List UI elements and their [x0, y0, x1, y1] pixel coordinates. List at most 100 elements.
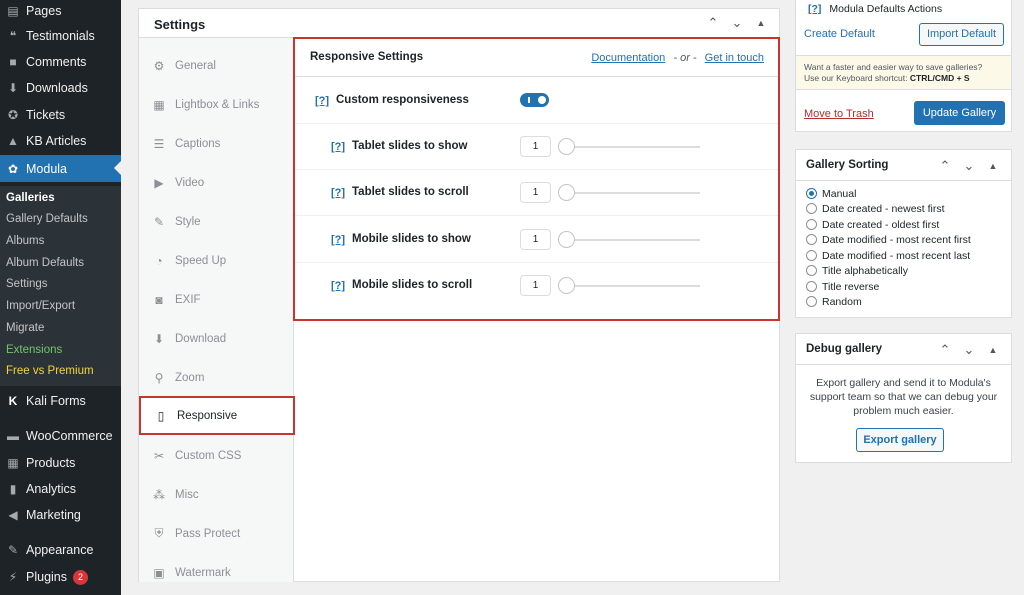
tab-watermark[interactable]: ▣ Watermark: [139, 553, 294, 592]
menu-analytics[interactable]: ▮ Analytics: [0, 478, 121, 500]
k-icon: K: [8, 394, 18, 408]
menu-marketing[interactable]: ◀ Marketing: [0, 504, 121, 526]
move-down-icon[interactable]: ⌄: [961, 342, 977, 358]
tab-general[interactable]: ⚙ General: [139, 46, 294, 85]
import-default-button[interactable]: Import Default: [919, 23, 1004, 46]
tablet-slides-to-show-input[interactable]: 1: [520, 136, 551, 157]
slider-track[interactable]: [567, 285, 700, 287]
submenu-album-defaults[interactable]: Album Defaults: [0, 253, 121, 273]
help-link[interactable]: [?]: [808, 3, 821, 15]
submenu-albums[interactable]: Albums: [0, 231, 121, 251]
collapse-icon[interactable]: ▲: [985, 342, 1001, 358]
tab-speed-up[interactable]: ◔ Speed Up: [139, 241, 294, 280]
sort-option-manual[interactable]: Manual: [806, 186, 856, 201]
radio[interactable]: [806, 281, 817, 292]
camera-icon: ◙: [155, 292, 163, 307]
tab-custom-css[interactable]: ✂ Custom CSS: [139, 436, 294, 475]
lightbox-icon: ▦: [153, 97, 165, 112]
create-default-link[interactable]: Create Default: [804, 28, 875, 40]
settings-tabs: ⚙ General ▦ Lightbox & Links ☰ Captions ▶ Vi…: [139, 38, 295, 582]
menu-products[interactable]: ▦ Products: [0, 452, 121, 474]
sort-option[interactable]: Title alphabetically: [806, 263, 908, 278]
move-up-icon[interactable]: ⌃: [937, 158, 953, 174]
slider-track[interactable]: [567, 239, 700, 241]
tab-style[interactable]: ✎ Style: [139, 202, 294, 241]
help-link[interactable]: [?]: [331, 141, 345, 153]
documentation-link[interactable]: Documentation: [591, 52, 665, 64]
slider-handle[interactable]: [558, 184, 575, 201]
ticket-icon: ✪: [7, 108, 19, 122]
collapse-icon[interactable]: ▲: [985, 158, 1001, 174]
menu-downloads[interactable]: ⬇ Downloads: [0, 77, 121, 99]
submenu-gallery-defaults[interactable]: Gallery Defaults: [0, 209, 121, 229]
menu-woocommerce[interactable]: ▬ WooCommerce: [0, 425, 121, 447]
slider-track[interactable]: [567, 146, 700, 148]
help-link[interactable]: [?]: [331, 234, 345, 246]
menu-modula[interactable]: ✿ Modula: [0, 155, 121, 182]
slider-handle[interactable]: [558, 231, 575, 248]
menu-pages[interactable]: ▤ Pages: [0, 0, 121, 22]
update-gallery-button[interactable]: Update Gallery: [914, 101, 1005, 125]
tab-exif[interactable]: ◙ EXIF: [139, 280, 294, 319]
tab-responsive[interactable]: ▯ Responsive: [139, 396, 295, 435]
radio[interactable]: [806, 265, 817, 276]
custom-responsiveness-toggle[interactable]: [520, 93, 549, 107]
radio[interactable]: [806, 219, 817, 230]
custom-responsiveness-label: Custom responsiveness: [336, 94, 469, 106]
tab-download[interactable]: ⬇ Download: [139, 319, 294, 358]
sort-option[interactable]: Date modified - most recent first: [806, 232, 971, 247]
collapse-icon[interactable]: ▲: [753, 15, 769, 31]
slider-handle[interactable]: [558, 138, 575, 155]
comment-icon: ■: [9, 55, 17, 69]
submenu-extensions[interactable]: Extensions: [0, 340, 121, 360]
move-up-icon[interactable]: ⌃: [937, 342, 953, 358]
defaults-actions-heading: [?] Modula Defaults Actions: [808, 3, 943, 15]
help-link[interactable]: [?]: [331, 280, 345, 292]
submenu-galleries[interactable]: Galleries: [0, 188, 121, 208]
slider-handle[interactable]: [558, 277, 575, 294]
sort-option[interactable]: Date created - newest first: [806, 201, 945, 216]
move-up-icon[interactable]: ⌃: [705, 15, 721, 31]
get-in-touch-link[interactable]: Get in touch: [705, 52, 764, 64]
slider-track[interactable]: [567, 192, 700, 194]
mobile-slides-to-show-input[interactable]: 1: [520, 229, 551, 250]
misc-icon: ⁂: [153, 487, 165, 502]
move-down-icon[interactable]: ⌄: [729, 15, 745, 31]
help-link[interactable]: [?]: [315, 95, 329, 107]
gear-icon: ✿: [7, 161, 19, 176]
menu-appearance[interactable]: ✎ Appearance: [0, 539, 121, 561]
quote-icon: ❝: [9, 29, 17, 43]
radio[interactable]: [806, 296, 817, 307]
radio[interactable]: [806, 234, 817, 245]
radio-selected[interactable]: [806, 188, 817, 199]
sort-option[interactable]: Random: [806, 294, 862, 309]
submenu-import-export[interactable]: Import/Export: [0, 296, 121, 316]
move-to-trash-link[interactable]: Move to Trash: [804, 108, 874, 120]
radio[interactable]: [806, 250, 817, 261]
sort-option[interactable]: Date created - oldest first: [806, 217, 939, 232]
tab-captions[interactable]: ☰ Captions: [139, 124, 294, 163]
tablet-slides-to-scroll-input[interactable]: 1: [520, 182, 551, 203]
tab-video[interactable]: ▶ Video: [139, 163, 294, 202]
tab-misc[interactable]: ⁂ Misc: [139, 475, 294, 514]
sort-option[interactable]: Title reverse: [806, 279, 879, 294]
menu-plugins[interactable]: ⚡ Plugins 2: [0, 566, 121, 588]
speedometer-icon: ◔: [155, 253, 163, 268]
export-gallery-button[interactable]: Export gallery: [856, 428, 944, 452]
menu-tickets[interactable]: ✪ Tickets: [0, 104, 121, 126]
menu-comments[interactable]: ■ Comments: [0, 51, 121, 73]
tab-lightbox-links[interactable]: ▦ Lightbox & Links: [139, 85, 294, 124]
sort-option[interactable]: Date modified - most recent last: [806, 248, 970, 263]
move-down-icon[interactable]: ⌄: [961, 158, 977, 174]
tab-pass-protect[interactable]: ⛨ Pass Protect: [139, 514, 294, 553]
submenu-free-vs-premium[interactable]: Free vs Premium: [0, 361, 121, 381]
radio[interactable]: [806, 203, 817, 214]
menu-testimonials[interactable]: ❝ Testimonials: [0, 25, 121, 47]
submenu-settings[interactable]: Settings: [0, 274, 121, 294]
help-link[interactable]: [?]: [331, 187, 345, 199]
menu-kb-articles[interactable]: ▲ KB Articles: [0, 130, 121, 152]
menu-kali-forms[interactable]: K Kali Forms: [0, 390, 121, 412]
submenu-migrate[interactable]: Migrate: [0, 318, 121, 338]
mobile-slides-to-scroll-input[interactable]: 1: [520, 275, 551, 296]
tab-zoom[interactable]: ⚲ Zoom: [139, 358, 294, 397]
